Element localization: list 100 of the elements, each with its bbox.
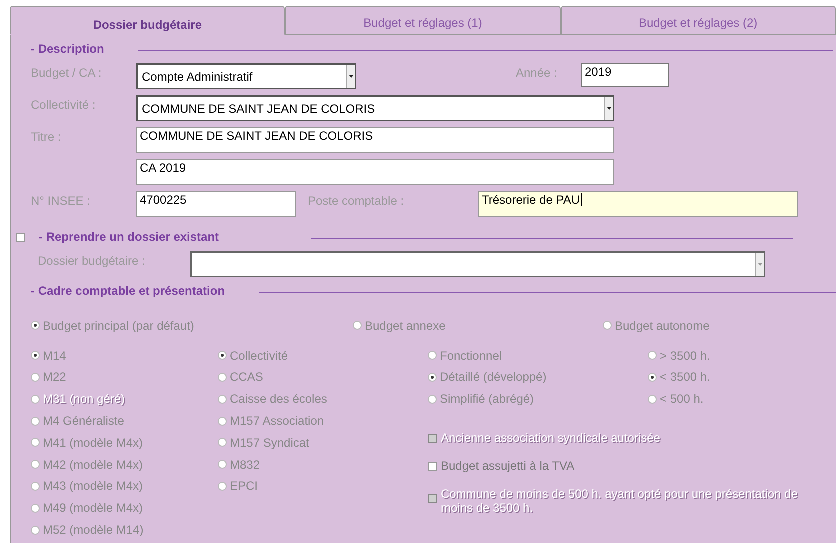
dropdown-field[interactable] [190, 251, 765, 277]
radio-button[interactable] [648, 351, 657, 360]
tab[interactable]: Dossier budgétaire [10, 6, 286, 35]
radio-option[interactable]: Détaillé (développé) [428, 366, 648, 388]
radio-button[interactable] [218, 372, 227, 382]
radio-option[interactable]: EPCI [218, 476, 428, 498]
checkbox[interactable] [16, 232, 25, 242]
field-label: Poste comptable : [308, 193, 406, 208]
radio-button[interactable] [31, 438, 40, 448]
radio-label: M43 (modèle M4x) [43, 479, 144, 494]
radio-option[interactable]: Simplifié (abrégé) [428, 388, 648, 410]
radio-button[interactable] [603, 321, 612, 330]
radio-button[interactable] [218, 394, 227, 404]
tab[interactable]: Budget et réglages (1) [285, 6, 561, 35]
radio-label: M4 Généraliste [43, 414, 124, 428]
dropdown-button[interactable] [346, 65, 355, 88]
section-heading: - Description [31, 42, 104, 56]
field-label: Titre : [31, 129, 62, 144]
radio-label: M41 (modèle M4x) [43, 436, 144, 450]
radio-label: Caisse des écoles [230, 392, 328, 406]
tab[interactable]: Budget et réglages (2) [560, 6, 836, 35]
radio-label: < 3500 h. [660, 370, 710, 384]
radio-button[interactable] [428, 394, 437, 404]
radio-label: M22 [43, 370, 66, 384]
field-label: N° INSEE : [31, 193, 92, 208]
field-label: Dossier budgétaire : [37, 253, 146, 268]
radio-button[interactable] [31, 482, 40, 491]
input-field[interactable]: CA 2019 [136, 159, 614, 185]
radio-option[interactable]: < 500 h. [648, 388, 836, 410]
radio-label: Détaillé (développé) [440, 370, 547, 384]
radio-option[interactable]: Collectivité [218, 344, 428, 367]
radio-option[interactable]: M49 (modèle M4x) [31, 497, 218, 520]
radio-button[interactable] [428, 351, 437, 360]
radio-option[interactable]: M42 (modèle M4x) [31, 454, 218, 476]
radio-option[interactable]: Caisse des écoles [218, 388, 428, 410]
radio-label: Budget principal (par défaut) [43, 318, 194, 333]
dropdown-field[interactable]: Compte Administratif [136, 63, 356, 89]
radio-label: M832 [230, 458, 260, 472]
radio-label: M157 Syndicat [230, 436, 310, 450]
radio-label: M157 Association [230, 414, 324, 428]
radio-button[interactable] [31, 351, 40, 360]
radio-option[interactable]: Budget annexe [353, 315, 603, 337]
checkbox-label: Ancienne association syndicale autorisée [441, 431, 660, 446]
field-label: Budget / CA : [31, 65, 103, 80]
section-heading: - Reprendre un dossier existant [39, 230, 220, 244]
radio-label: M49 (modèle M4x) [43, 501, 144, 516]
radio-option[interactable]: CCAS [218, 366, 428, 388]
radio-option[interactable]: M14 [31, 344, 218, 367]
radio-button[interactable] [353, 321, 362, 330]
radio-button[interactable] [648, 394, 657, 404]
radio-label: Collectivité [230, 348, 288, 363]
radio-option[interactable]: M43 (modèle M4x) [31, 476, 218, 498]
radio-button[interactable] [31, 460, 40, 470]
radio-button[interactable] [218, 460, 227, 470]
radio-option[interactable]: M22 [31, 366, 218, 388]
radio-label: Simplifié (abrégé) [440, 392, 534, 406]
dropdown-button[interactable] [604, 97, 613, 120]
radio-label: > 3500 h. [660, 348, 710, 363]
dropdown-field[interactable]: COMMUNE DE SAINT JEAN DE COLORIS [136, 95, 614, 121]
radio-button[interactable] [31, 321, 40, 330]
radio-button[interactable] [218, 438, 227, 448]
radio-label: M52 (modèle M14) [43, 523, 144, 538]
radio-label: Fonctionnel [440, 348, 502, 363]
radio-button[interactable] [428, 372, 437, 382]
radio-button[interactable] [218, 416, 227, 426]
input-field[interactable]: 2019 [581, 63, 669, 87]
radio-button[interactable] [648, 372, 657, 382]
radio-option[interactable]: Fonctionnel [428, 344, 648, 367]
checkbox-label: Budget assujetti à la TVA [441, 459, 575, 474]
radio-option[interactable]: M157 Association [218, 410, 428, 432]
radio-button[interactable] [31, 372, 40, 382]
radio-option[interactable]: Budget autonome [603, 315, 836, 337]
section-heading: - Cadre comptable et présentation [31, 284, 226, 298]
radio-option[interactable]: < 3500 h. [648, 366, 836, 388]
caret-icon [348, 75, 354, 78]
input-field[interactable]: COMMUNE DE SAINT JEAN DE COLORIS [136, 127, 614, 153]
radio-button[interactable] [218, 351, 227, 360]
field-label: Collectivité : [31, 97, 97, 112]
caret-icon [758, 263, 762, 266]
checkbox[interactable] [428, 462, 437, 471]
radio-option[interactable]: M157 Syndicat [218, 432, 428, 454]
radio-label: M31 (non géré) [43, 392, 126, 406]
radio-button[interactable] [31, 416, 40, 426]
radio-option[interactable]: M41 (modèle M4x) [31, 432, 218, 454]
radio-label: CCAS [230, 370, 264, 384]
radio-option[interactable]: M52 (modèle M14) [31, 519, 218, 541]
caret-icon [606, 107, 612, 110]
input-field[interactable]: Trésorerie de PAU [478, 191, 798, 217]
checkbox-label: Commune de moins de 500 h. ayant opté pour une présentation de moins de 3500 h. [441, 487, 799, 516]
radio-button[interactable] [31, 504, 40, 513]
radio-option[interactable]: M4 Généraliste [31, 410, 218, 432]
radio-button[interactable] [218, 482, 227, 491]
input-field[interactable]: 4700225 [136, 191, 296, 217]
radio-label: Budget annexe [365, 318, 446, 333]
radio-label: M42 (modèle M4x) [43, 458, 144, 472]
radio-button[interactable] [31, 526, 40, 535]
radio-option[interactable]: > 3500 h. [648, 344, 836, 367]
radio-label: Budget autonome [615, 318, 710, 333]
radio-option[interactable]: M832 [218, 454, 428, 476]
radio-option[interactable]: Budget principal (par défaut) [31, 315, 353, 337]
